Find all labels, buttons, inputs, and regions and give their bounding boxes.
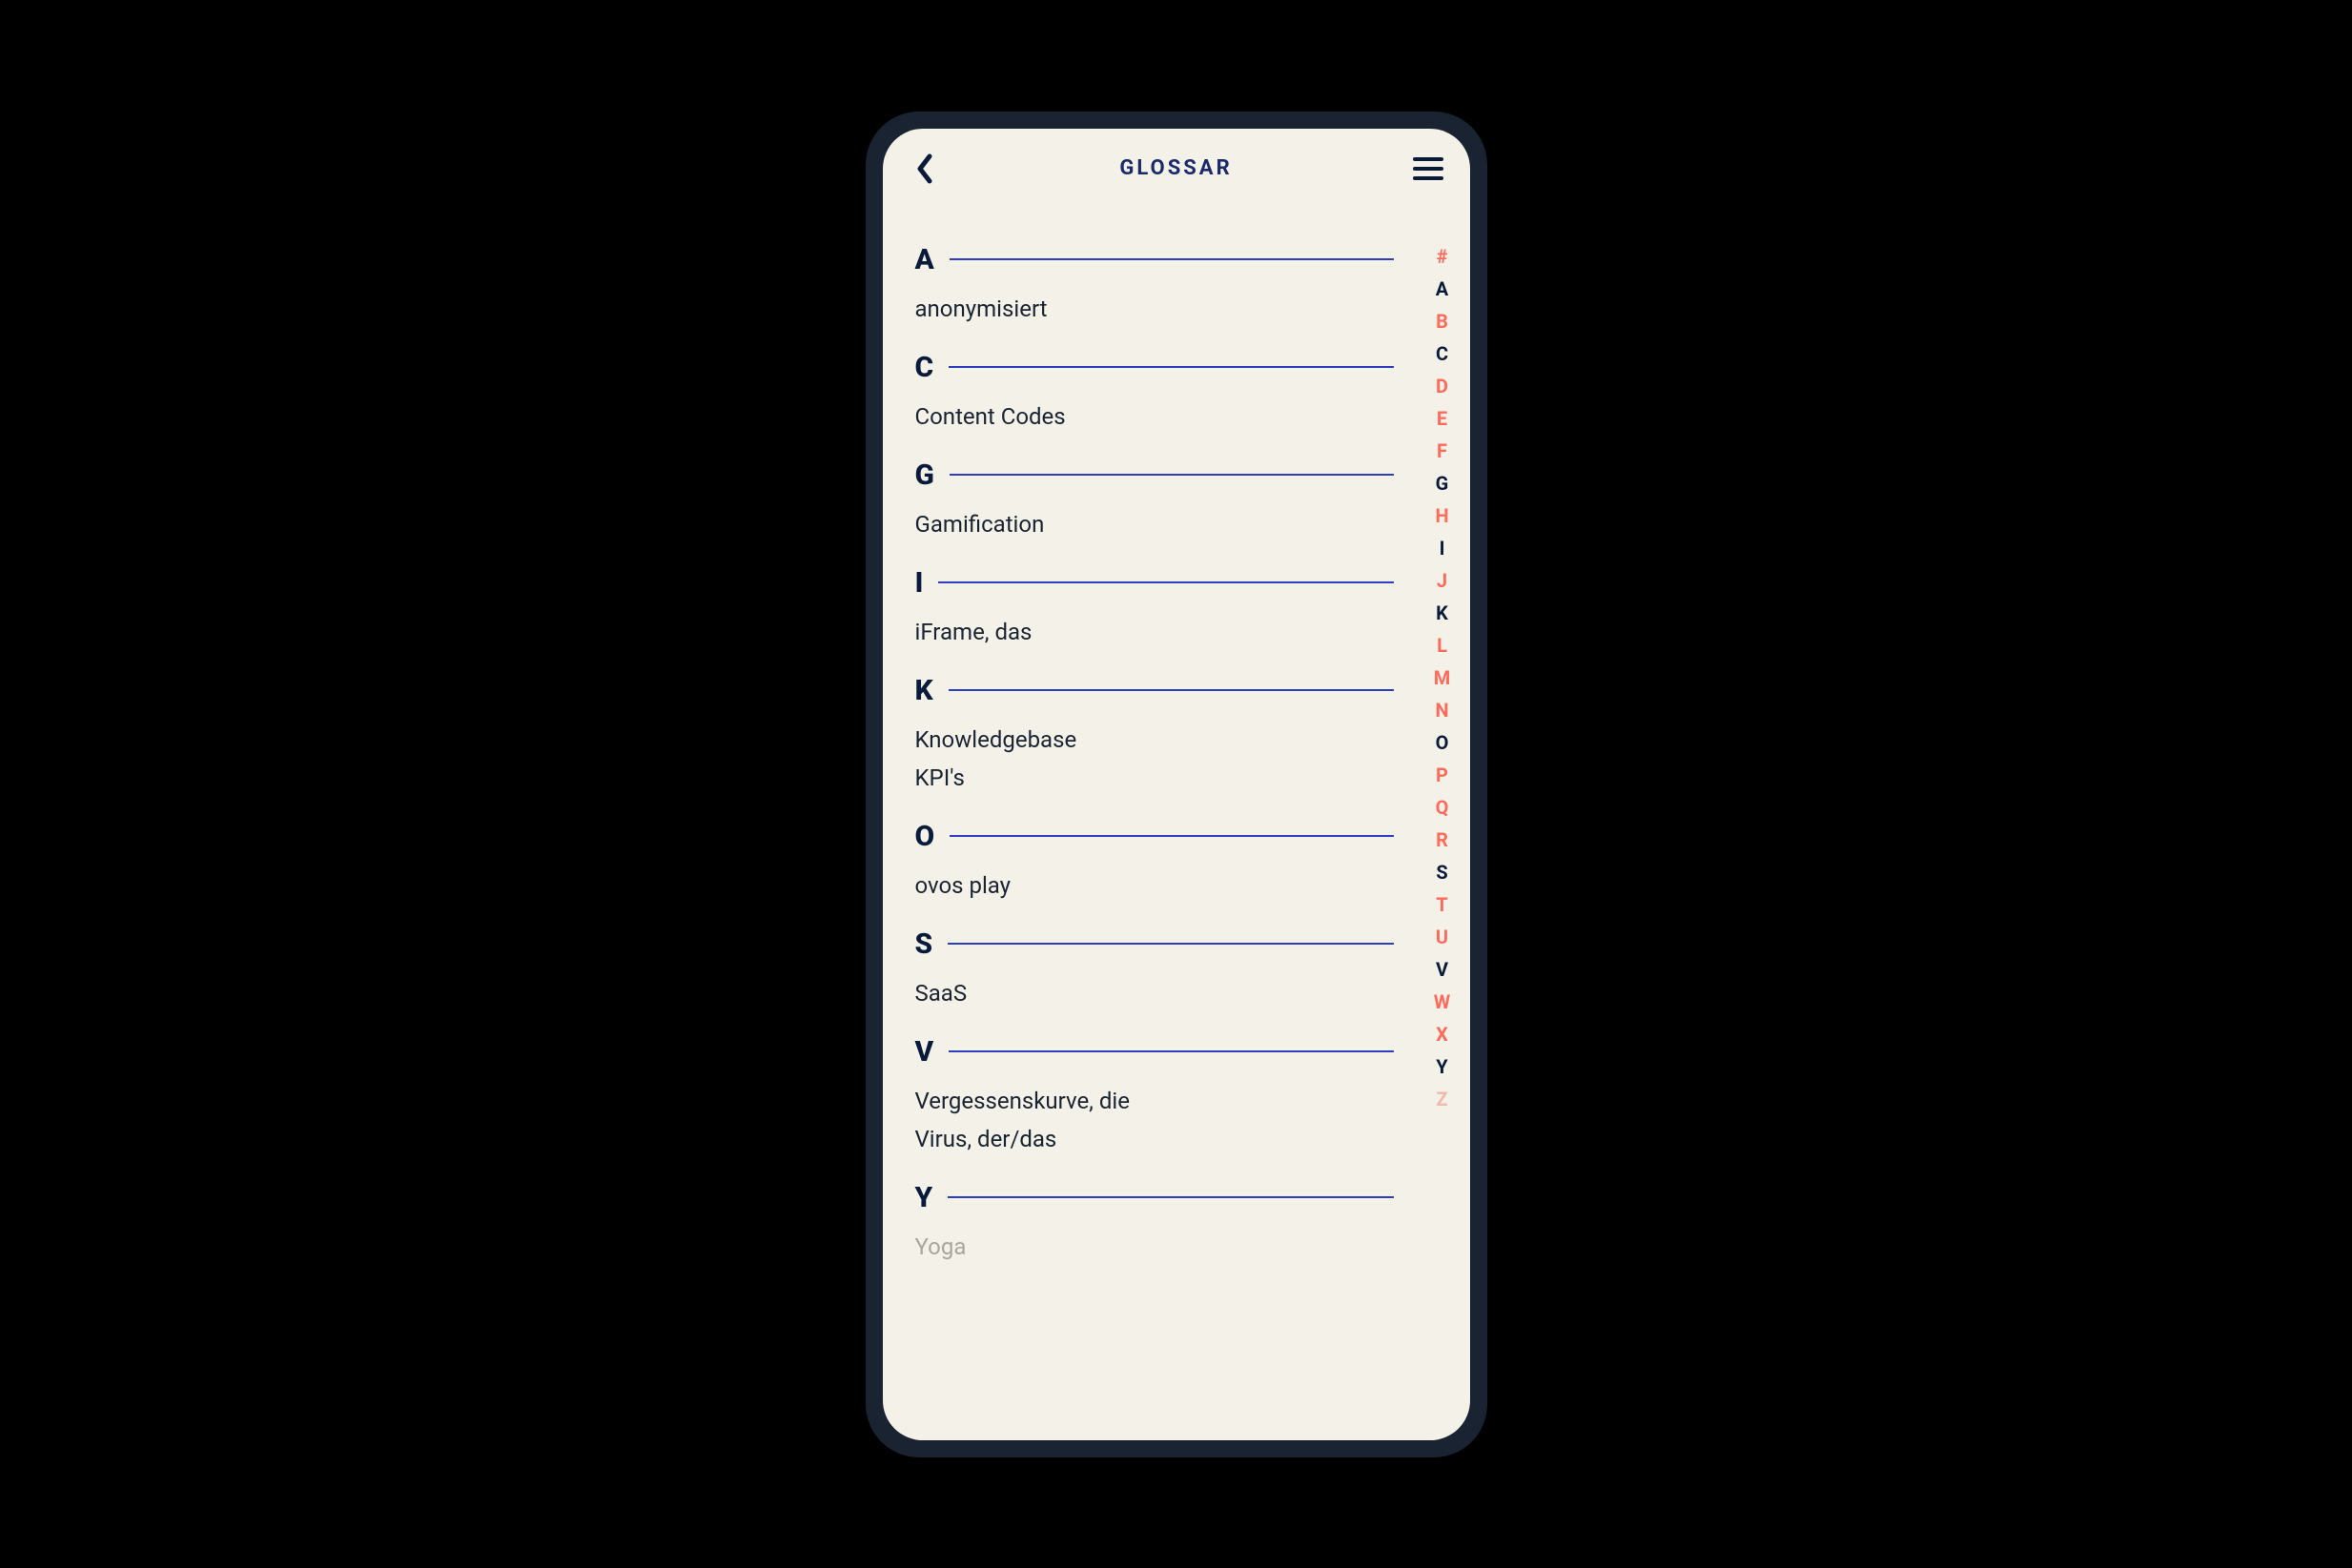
section-letter: C [915,351,934,384]
section-header: A [915,243,1394,276]
section-i: IiFrame, das [915,566,1394,651]
index-letter-u: U [1436,924,1448,950]
index-letter-r: R [1436,826,1448,853]
section-k: K KnowledgebaseKPI's [915,674,1394,797]
section-c: C Content Codes [915,351,1394,436]
glossary-entry[interactable]: KPI's [915,759,1394,797]
section-letter: Y [915,1181,933,1214]
section-o: Oovos play [915,820,1394,905]
section-rule [950,258,1394,260]
section-header: O [915,820,1394,853]
index-letter-v[interactable]: V [1436,956,1448,983]
section-letter: O [915,820,935,853]
section-letter: S [915,927,933,961]
index-letter-q: Q [1436,794,1449,821]
index-letter-hash: # [1437,243,1448,270]
glossary-entry[interactable]: Virus, der/das [915,1120,1394,1158]
back-button[interactable] [910,153,940,184]
index-letter-e: E [1437,405,1447,432]
glossary-entry[interactable]: anonymisiert [915,290,1394,328]
section-header: S [915,927,1394,961]
section-v: V Vergessenskurve, dieVirus, der/das [915,1035,1394,1158]
section-header: Y [915,1181,1394,1214]
section-rule [949,366,1393,368]
section-s: S SaaS [915,927,1394,1012]
phone-screen: GLOSSAR AanonymisiertCContent CodesGGami… [883,129,1470,1440]
glossary-entry[interactable]: iFrame, das [915,613,1394,651]
section-letter: I [915,566,924,600]
glossary-entry[interactable]: SaaS [915,974,1394,1012]
section-rule [949,689,1394,691]
section-header: K [915,674,1394,707]
glossary-entry[interactable]: ovos play [915,866,1394,905]
index-letter-f: F [1437,438,1447,464]
section-rule [950,474,1394,476]
page-title: GLOSSAR [1119,156,1232,180]
index-letter-j: J [1437,567,1447,594]
alphabet-index[interactable]: # ABCDEFGHIJKLMNOPQRSTUVWXYZ [1426,201,1470,1440]
glossary-entry[interactable]: Content Codes [915,397,1394,436]
hamburger-icon [1413,157,1443,161]
index-letter-o[interactable]: O [1436,729,1449,756]
index-letter-c[interactable]: C [1436,340,1448,367]
section-letter: K [915,674,933,707]
section-rule [948,1196,1393,1198]
section-header: I [915,566,1394,600]
section-rule [948,943,1393,945]
index-letter-z: Z [1436,1086,1447,1112]
index-letter-d: D [1436,373,1448,399]
section-header: C [915,351,1394,384]
index-letter-y[interactable]: Y [1436,1053,1447,1080]
index-letter-h: H [1435,502,1448,529]
section-letter: V [915,1035,934,1069]
content: Aanonymisiert C Content Codes G Gamification… [883,201,1470,1440]
section-letter: A [915,243,934,276]
section-letter: G [915,458,934,492]
index-letter-k[interactable]: K [1436,600,1448,626]
index-letter-l: L [1437,632,1447,659]
index-letter-p: P [1436,762,1448,788]
glossary-list[interactable]: Aanonymisiert C Content Codes G Gamification… [883,201,1426,1440]
index-letter-x: X [1436,1021,1448,1048]
section-a: Aanonymisiert [915,243,1394,328]
index-letter-n: N [1435,697,1448,723]
index-letter-m: M [1434,664,1451,691]
index-letter-s[interactable]: S [1436,859,1447,886]
section-header: G [915,458,1394,492]
glossary-entry[interactable]: Gamification [915,505,1394,543]
menu-button[interactable] [1413,157,1443,180]
glossary-entry[interactable]: Yoga [915,1228,1394,1266]
index-letter-t: T [1436,891,1447,918]
index-letter-w: W [1434,988,1451,1015]
section-g: G Gamification [915,458,1394,543]
index-letter-i[interactable]: I [1440,535,1445,561]
section-rule [950,835,1393,837]
glossary-entry[interactable]: Knowledgebase [915,721,1394,759]
index-letter-b: B [1436,308,1448,335]
section-header: V [915,1035,1394,1069]
glossary-entry[interactable]: Vergessenskurve, die [915,1082,1394,1120]
header: GLOSSAR [883,129,1470,201]
chevron-left-icon [915,153,934,184]
section-rule [949,1050,1393,1052]
section-y: Y Yoga [915,1181,1394,1266]
index-letter-g[interactable]: G [1436,470,1449,497]
phone-frame: GLOSSAR AanonymisiertCContent CodesGGami… [866,112,1487,1457]
index-letter-a[interactable]: A [1436,275,1448,302]
section-rule [938,581,1393,583]
